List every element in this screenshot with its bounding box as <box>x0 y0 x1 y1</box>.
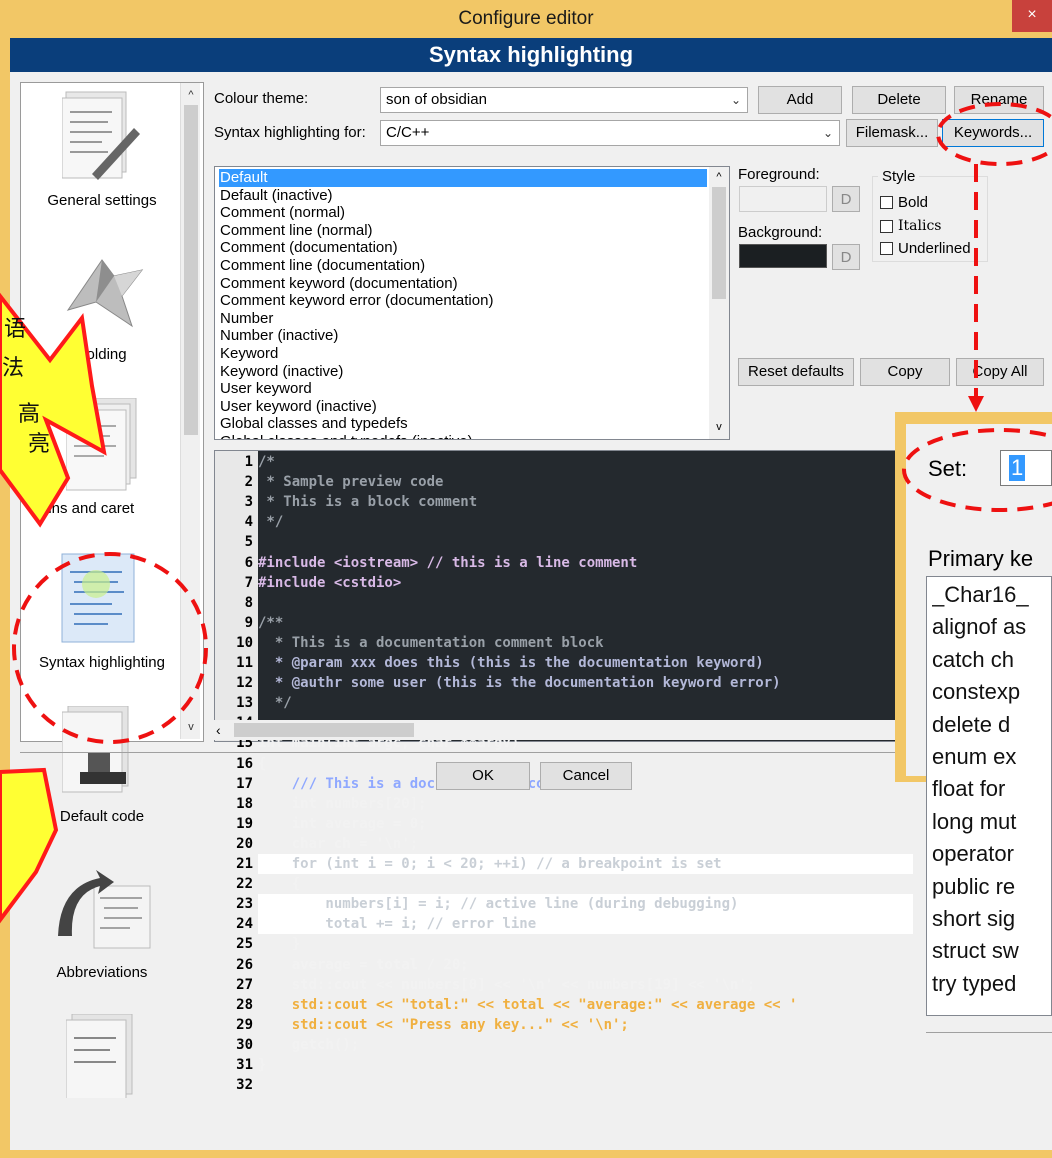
highlight-ellipse-keywords <box>936 102 1052 166</box>
annotation-char-1: 语 <box>4 317 27 342</box>
highlight-ellipse-nav <box>12 552 208 744</box>
annotation-layer <box>0 102 1052 924</box>
annotation-connector-arrowhead <box>968 396 984 412</box>
annotation-char-4: 亮 <box>28 432 51 457</box>
annotation-char-3: 高 <box>18 402 41 427</box>
annotation-arrow-lower <box>0 767 59 924</box>
annotation-char-2: 法 <box>2 356 25 381</box>
highlight-ellipse-set <box>902 428 1052 512</box>
